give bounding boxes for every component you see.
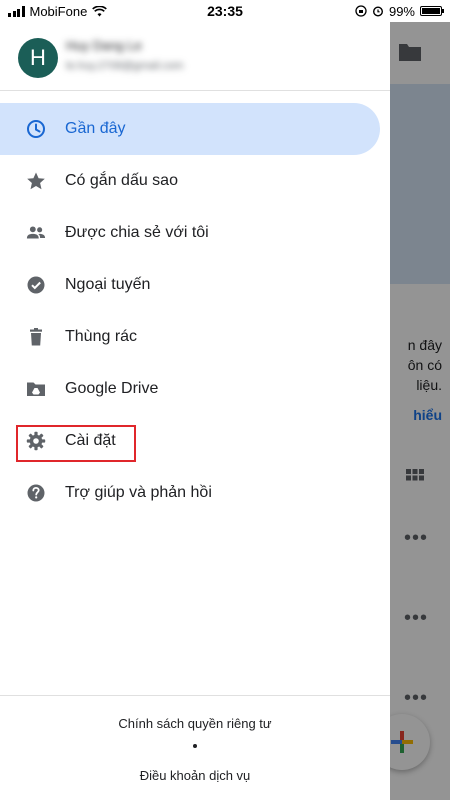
nav-item-shared[interactable]: Được chia sẻ với tôi bbox=[0, 207, 390, 259]
help-icon bbox=[27, 484, 45, 502]
battery-fill bbox=[422, 8, 440, 14]
navigation-drawer: H Huy Dang Le le.huy.2708@gmail.com Gần … bbox=[0, 22, 390, 800]
battery-icon bbox=[420, 6, 444, 16]
nav-item-starred[interactable]: Có gắn dấu sao bbox=[0, 155, 390, 207]
account-name: Huy Dang Le bbox=[66, 38, 142, 53]
nav-item-recent[interactable]: Gần đây bbox=[0, 103, 380, 155]
nav-label: Cài đặt bbox=[65, 432, 116, 449]
nav-label: Google Drive bbox=[65, 380, 159, 397]
terms-of-service-link[interactable]: Điều khoản dịch vụ bbox=[0, 768, 390, 783]
gear-icon bbox=[26, 431, 46, 451]
trash-icon bbox=[30, 328, 42, 346]
privacy-policy-link[interactable]: Chính sách quyền riêng tư bbox=[0, 716, 390, 731]
nav-item-google-drive[interactable]: Google Drive bbox=[0, 363, 390, 415]
orientation-lock-icon bbox=[355, 5, 367, 17]
drive-folder-icon bbox=[27, 382, 45, 396]
star-icon bbox=[27, 172, 45, 190]
battery-percent: 99% bbox=[388, 3, 415, 19]
nav-item-help[interactable]: Trợ giúp và phản hồi bbox=[0, 467, 390, 519]
footer-separator bbox=[193, 744, 197, 748]
nav-label: Thùng rác bbox=[65, 328, 138, 345]
status-right: 99% bbox=[355, 3, 444, 19]
avatar[interactable]: H bbox=[18, 38, 58, 78]
status-bar: MobiFone 23:35 99% bbox=[0, 0, 450, 22]
people-icon bbox=[26, 226, 46, 239]
nav-item-trash[interactable]: Thùng rác bbox=[0, 311, 390, 363]
nav-label: Có gắn dấu sao bbox=[65, 172, 178, 189]
nav-list: Gần đây Có gắn dấu sao Được chia sẻ với … bbox=[0, 103, 390, 519]
account-header[interactable]: H Huy Dang Le le.huy.2708@gmail.com bbox=[0, 22, 390, 91]
nav-label: Trợ giúp và phản hồi bbox=[65, 484, 212, 501]
account-email: le.huy.2708@gmail.com bbox=[66, 60, 184, 72]
wifi-icon bbox=[92, 5, 108, 17]
carrier-name: MobiFone bbox=[29, 3, 88, 19]
status-left: MobiFone bbox=[8, 3, 108, 19]
nav-label: Được chia sẻ với tôi bbox=[65, 224, 209, 241]
nav-item-settings[interactable]: Cài đặt bbox=[0, 415, 390, 467]
alarm-icon bbox=[372, 6, 383, 17]
offline-check-icon bbox=[27, 276, 45, 294]
nav-label: Ngoại tuyến bbox=[65, 276, 151, 293]
nav-label: Gần đây bbox=[65, 120, 126, 137]
drawer-footer: Chính sách quyền riêng tư Điều khoản dịc… bbox=[0, 695, 390, 800]
status-time: 23:35 bbox=[207, 3, 243, 19]
clock-icon bbox=[27, 120, 45, 138]
signal-icon bbox=[8, 5, 25, 17]
nav-item-offline[interactable]: Ngoại tuyến bbox=[0, 259, 390, 311]
